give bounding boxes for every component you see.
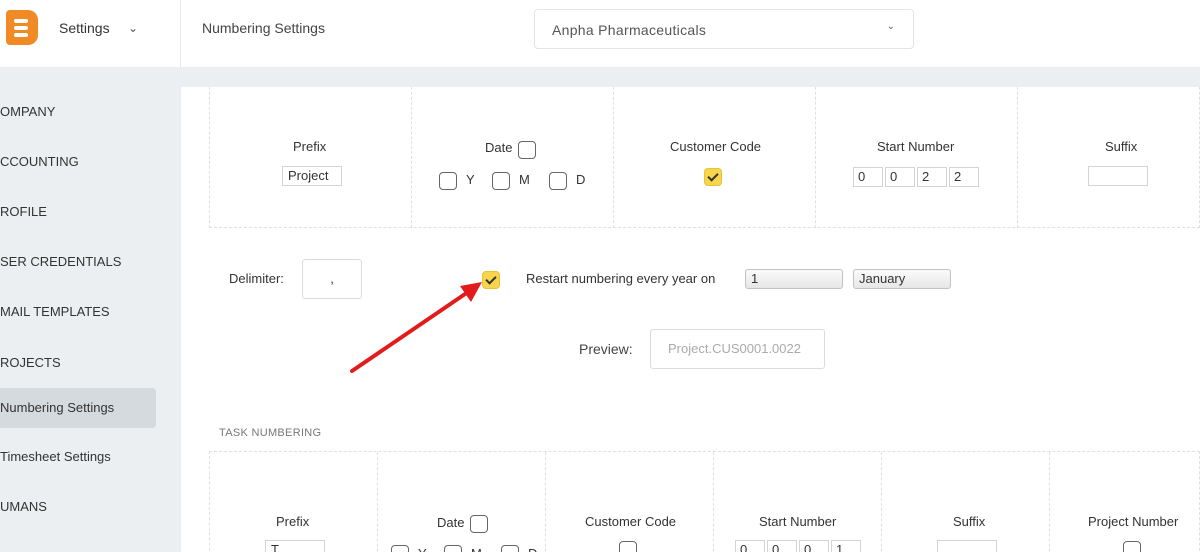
delimiter-label: Delimiter: [229, 271, 284, 286]
date-year-checkbox[interactable] [439, 172, 457, 190]
task-suffix-cell: Suffix [882, 452, 1050, 552]
restart-month-select[interactable]: January [853, 269, 951, 289]
task-customer-code-cell: Customer Code [546, 452, 714, 552]
company-select[interactable]: Anpha Pharmaceuticals ⌄ [534, 9, 914, 49]
task-project-number-label: Project Number [1088, 514, 1179, 529]
sidebar-item-projects[interactable]: ROJECTS [0, 343, 156, 383]
task-date-month-label: M [471, 546, 482, 552]
task-prefix-input[interactable]: T [265, 540, 325, 552]
task-date-day-label: D [528, 546, 537, 552]
date-year-label: Y [466, 172, 475, 187]
app-logo-icon[interactable] [6, 10, 38, 45]
task-date-month-checkbox[interactable] [444, 545, 462, 552]
start-digit[interactable]: 2 [949, 167, 979, 187]
header-divider [181, 67, 1200, 87]
task-project-number-checkbox[interactable] [1123, 541, 1141, 552]
delimiter-input[interactable]: , [302, 259, 362, 299]
task-numbering-section-title: TASK NUMBERING [219, 427, 322, 439]
sidebar-item-company[interactable]: OMPANY [0, 92, 156, 132]
sidebar: Settings ⌄ OMPANY CCOUNTING ROFILE SER C… [0, 0, 181, 552]
task-date-cell: Date Y M D [378, 452, 546, 552]
sidebar-item-timesheet-settings[interactable]: Timesheet Settings [0, 437, 156, 477]
task-prefix-label: Prefix [276, 514, 310, 529]
start-number-label: Start Number [877, 139, 955, 154]
customer-code-label: Customer Code [670, 139, 762, 154]
company-select-value: Anpha Pharmaceuticals [552, 22, 707, 38]
date-day-label: D [576, 172, 586, 187]
task-customer-code-label: Customer Code [585, 514, 677, 529]
sidebar-item-accounting[interactable]: CCOUNTING [0, 142, 156, 182]
sidebar-item-user-credentials[interactable]: SER CREDENTIALS [0, 242, 156, 282]
page-title: Numbering Settings [202, 20, 325, 36]
chevron-down-icon: ⌄ [886, 21, 895, 32]
prefix-label: Prefix [293, 139, 327, 154]
restart-yearly-checkbox[interactable] [482, 271, 500, 289]
task-prefix-cell: Prefix T [210, 452, 378, 552]
task-date-year-label: Y [418, 546, 427, 552]
task-date-year-checkbox[interactable] [391, 545, 409, 552]
restart-day-select[interactable]: 1 [745, 269, 843, 289]
chevron-down-icon[interactable]: ⌄ [128, 21, 138, 35]
preview-label: Preview: [579, 341, 633, 357]
task-customer-code-checkbox[interactable] [619, 541, 637, 552]
customer-code-cell: Customer Code [614, 87, 816, 228]
restart-yearly-label: Restart numbering every year on [526, 271, 716, 286]
prefix-cell: Prefix Project [210, 87, 412, 228]
task-start-number-label: Start Number [759, 514, 837, 529]
task-date-day-checkbox[interactable] [501, 545, 519, 552]
date-day-checkbox[interactable] [549, 172, 567, 190]
date-month-label: M [519, 172, 530, 187]
task-numbering-grid: Prefix T Date Y M D Customer Code Start … [209, 451, 1200, 552]
date-cell: Date Y M D [412, 87, 614, 228]
date-label: Date [485, 140, 513, 155]
task-start-number-cell: Start Number 0 0 0 1 [714, 452, 882, 552]
task-suffix-input[interactable] [937, 540, 997, 552]
start-digit[interactable]: 0 [853, 167, 883, 187]
sidebar-header: Settings ⌄ [0, 0, 181, 67]
task-project-number-cell: Project Number [1050, 452, 1200, 552]
date-checkbox[interactable] [518, 141, 536, 159]
task-suffix-label: Suffix [953, 514, 986, 529]
top-bar: Numbering Settings Anpha Pharmaceuticals… [181, 0, 1200, 67]
settings-menu-title[interactable]: Settings [59, 20, 110, 36]
date-month-checkbox[interactable] [492, 172, 510, 190]
suffix-cell: Suffix [1018, 87, 1200, 228]
prefix-input[interactable]: Project [282, 166, 342, 186]
start-digit[interactable]: 0 [885, 167, 915, 187]
task-start-digit[interactable]: 1 [831, 540, 861, 552]
project-numbering-grid: Prefix Project Date Y M D Customer Code … [209, 87, 1200, 228]
sidebar-item-humans[interactable]: UMANS [0, 487, 156, 527]
task-date-label: Date [437, 515, 465, 530]
task-date-checkbox[interactable] [470, 515, 488, 533]
task-start-digit[interactable]: 0 [799, 540, 829, 552]
preview-field: Project.CUS0001.0022 [650, 329, 825, 369]
sidebar-item-profile[interactable]: ROFILE [0, 192, 156, 232]
suffix-input[interactable] [1088, 166, 1148, 186]
sidebar-item-email-templates[interactable]: MAIL TEMPLATES [0, 292, 156, 332]
start-number-cell: Start Number 0 0 2 2 [816, 87, 1018, 228]
sidebar-item-numbering-settings[interactable]: Numbering Settings [0, 388, 156, 428]
start-digit[interactable]: 2 [917, 167, 947, 187]
task-start-digit[interactable]: 0 [735, 540, 765, 552]
task-start-digit[interactable]: 0 [767, 540, 797, 552]
customer-code-checkbox[interactable] [704, 168, 722, 186]
suffix-label: Suffix [1105, 139, 1138, 154]
